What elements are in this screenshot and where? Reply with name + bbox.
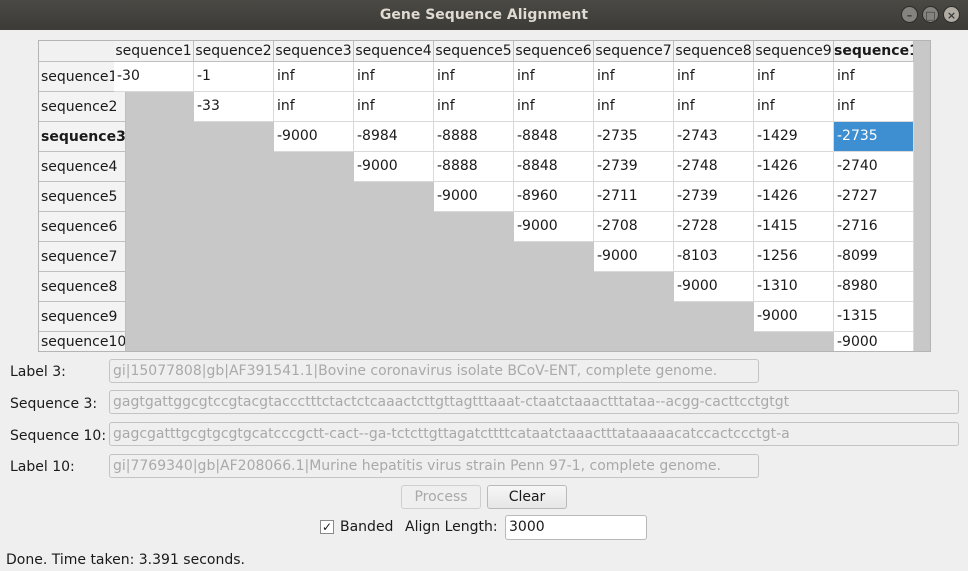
table-cell[interactable]: -8888 bbox=[434, 152, 514, 182]
table-cell[interactable]: -1415 bbox=[754, 212, 834, 242]
table-cell[interactable]: -2708 bbox=[594, 212, 674, 242]
column-header[interactable]: sequence7 bbox=[594, 41, 674, 62]
banded-checkbox[interactable]: ✓ bbox=[320, 520, 334, 534]
table-cell[interactable]: inf bbox=[674, 92, 754, 122]
table-cell[interactable]: -9000 bbox=[354, 152, 434, 182]
label10-field[interactable]: gi|7769340|gb|AF208066.1|Murine hepatiti… bbox=[109, 454, 759, 478]
table-corner bbox=[39, 41, 126, 62]
close-icon[interactable]: × bbox=[943, 6, 960, 23]
table-cell[interactable]: inf bbox=[514, 62, 594, 92]
row-header[interactable]: sequence4 bbox=[39, 152, 126, 182]
table-cell[interactable]: inf bbox=[274, 62, 354, 92]
table-cell[interactable]: -2735 bbox=[834, 122, 914, 152]
table-cell[interactable]: -9000 bbox=[594, 242, 674, 272]
table-cell[interactable]: -30 bbox=[114, 62, 194, 92]
table-cell[interactable]: -8848 bbox=[514, 122, 594, 152]
align-length-label: Align Length: bbox=[405, 519, 498, 535]
table-cell[interactable]: -8960 bbox=[514, 182, 594, 212]
table-cell[interactable]: -9000 bbox=[834, 332, 914, 351]
table-cell[interactable]: inf bbox=[674, 62, 754, 92]
sequence10-field[interactable]: gagcgatttgcgtgcgtgcatcccgctt-cact--ga-tc… bbox=[109, 422, 959, 446]
row-header[interactable]: sequence7 bbox=[39, 242, 126, 272]
table-cell[interactable]: inf bbox=[754, 62, 834, 92]
table-cell[interactable]: inf bbox=[594, 92, 674, 122]
table-cell[interactable]: -2739 bbox=[674, 182, 754, 212]
row-header[interactable]: sequence3 bbox=[39, 122, 126, 152]
table-cell[interactable]: -2739 bbox=[594, 152, 674, 182]
title-bar: Gene Sequence Alignment – □ × bbox=[0, 0, 968, 30]
table-cell[interactable]: -8984 bbox=[354, 122, 434, 152]
table-cell[interactable]: -1256 bbox=[754, 242, 834, 272]
table-cell[interactable]: inf bbox=[834, 92, 914, 122]
table-cell[interactable]: inf bbox=[434, 62, 514, 92]
maximize-icon[interactable]: □ bbox=[922, 6, 939, 23]
label10-label: Label 10: bbox=[10, 459, 75, 475]
column-header[interactable]: sequence6 bbox=[514, 41, 594, 62]
table-cell[interactable]: -33 bbox=[194, 92, 274, 122]
table-cell[interactable]: inf bbox=[514, 92, 594, 122]
alignment-table[interactable]: sequence1 sequence2 sequence3 sequence4 sequ… bbox=[38, 40, 931, 352]
row-header[interactable]: sequence10 bbox=[39, 332, 126, 351]
sequence10-label: Sequence 10: bbox=[10, 428, 107, 444]
table-cell[interactable]: inf bbox=[434, 92, 514, 122]
process-button[interactable]: Process bbox=[401, 485, 481, 509]
table-cell[interactable]: inf bbox=[354, 92, 434, 122]
minimize-icon[interactable]: – bbox=[901, 6, 918, 23]
table-cell[interactable]: -1310 bbox=[754, 272, 834, 302]
table-cell[interactable]: -2728 bbox=[674, 212, 754, 242]
table-cell[interactable]: inf bbox=[754, 92, 834, 122]
window-title: Gene Sequence Alignment bbox=[379, 7, 589, 23]
column-header[interactable]: sequence3 bbox=[274, 41, 354, 62]
table-cell[interactable]: -9000 bbox=[674, 272, 754, 302]
table-cell[interactable]: -1426 bbox=[754, 152, 834, 182]
column-header[interactable]: sequence8 bbox=[674, 41, 754, 62]
table-cell[interactable]: -8848 bbox=[514, 152, 594, 182]
table-cell[interactable]: -2711 bbox=[594, 182, 674, 212]
row-header[interactable]: sequence9 bbox=[39, 302, 126, 332]
table-cell[interactable]: -1429 bbox=[754, 122, 834, 152]
table-cell[interactable]: -2727 bbox=[834, 182, 914, 212]
table-cell[interactable]: inf bbox=[594, 62, 674, 92]
status-bar: Done. Time taken: 3.391 seconds. bbox=[6, 552, 245, 568]
table-cell[interactable]: -2743 bbox=[674, 122, 754, 152]
table-cell[interactable]: inf bbox=[354, 62, 434, 92]
table-cell[interactable]: -1315 bbox=[834, 302, 914, 332]
table-cell[interactable]: -8099 bbox=[834, 242, 914, 272]
align-length-input[interactable]: 3000 bbox=[505, 515, 647, 540]
column-header[interactable]: sequence2 bbox=[194, 41, 274, 62]
row-header[interactable]: sequence6 bbox=[39, 212, 126, 242]
table-cell[interactable]: -1 bbox=[194, 62, 274, 92]
window-controls: – □ × bbox=[901, 6, 960, 23]
table-cell[interactable]: -2716 bbox=[834, 212, 914, 242]
table-cell[interactable]: -8888 bbox=[434, 122, 514, 152]
sequence3-field[interactable]: gagtgattggcgtccgtacgtaccctttctactctcaaac… bbox=[109, 390, 959, 414]
label3-label: Label 3: bbox=[10, 364, 66, 380]
column-header[interactable]: sequence4 bbox=[354, 41, 434, 62]
label3-field[interactable]: gi|15077808|gb|AF391541.1|Bovine coronav… bbox=[109, 359, 759, 383]
table-cell[interactable]: -9000 bbox=[434, 182, 514, 212]
table-cell[interactable]: -2740 bbox=[834, 152, 914, 182]
column-header[interactable]: sequence5 bbox=[434, 41, 514, 62]
table-cell[interactable]: inf bbox=[274, 92, 354, 122]
table-cell[interactable]: -9000 bbox=[754, 302, 834, 332]
table-cell[interactable]: -8103 bbox=[674, 242, 754, 272]
table-cell[interactable]: -9000 bbox=[514, 212, 594, 242]
column-header[interactable]: sequence9 bbox=[754, 41, 834, 62]
table-cell[interactable]: -2735 bbox=[594, 122, 674, 152]
table-cell[interactable]: -8980 bbox=[834, 272, 914, 302]
sequence3-label: Sequence 3: bbox=[10, 396, 98, 412]
column-header[interactable]: sequence10 bbox=[834, 41, 914, 62]
table-cell[interactable]: -1426 bbox=[754, 182, 834, 212]
clear-button[interactable]: Clear bbox=[487, 485, 567, 509]
table-cell[interactable]: -2748 bbox=[674, 152, 754, 182]
row-header[interactable]: sequence8 bbox=[39, 272, 126, 302]
column-header[interactable]: sequence1 bbox=[114, 41, 194, 62]
row-header[interactable]: sequence1 bbox=[39, 62, 126, 92]
table-cell[interactable]: -9000 bbox=[274, 122, 354, 152]
table-cell[interactable]: inf bbox=[834, 62, 914, 92]
banded-label: Banded bbox=[340, 519, 394, 535]
row-header[interactable]: sequence5 bbox=[39, 182, 126, 212]
row-header[interactable]: sequence2 bbox=[39, 92, 126, 122]
